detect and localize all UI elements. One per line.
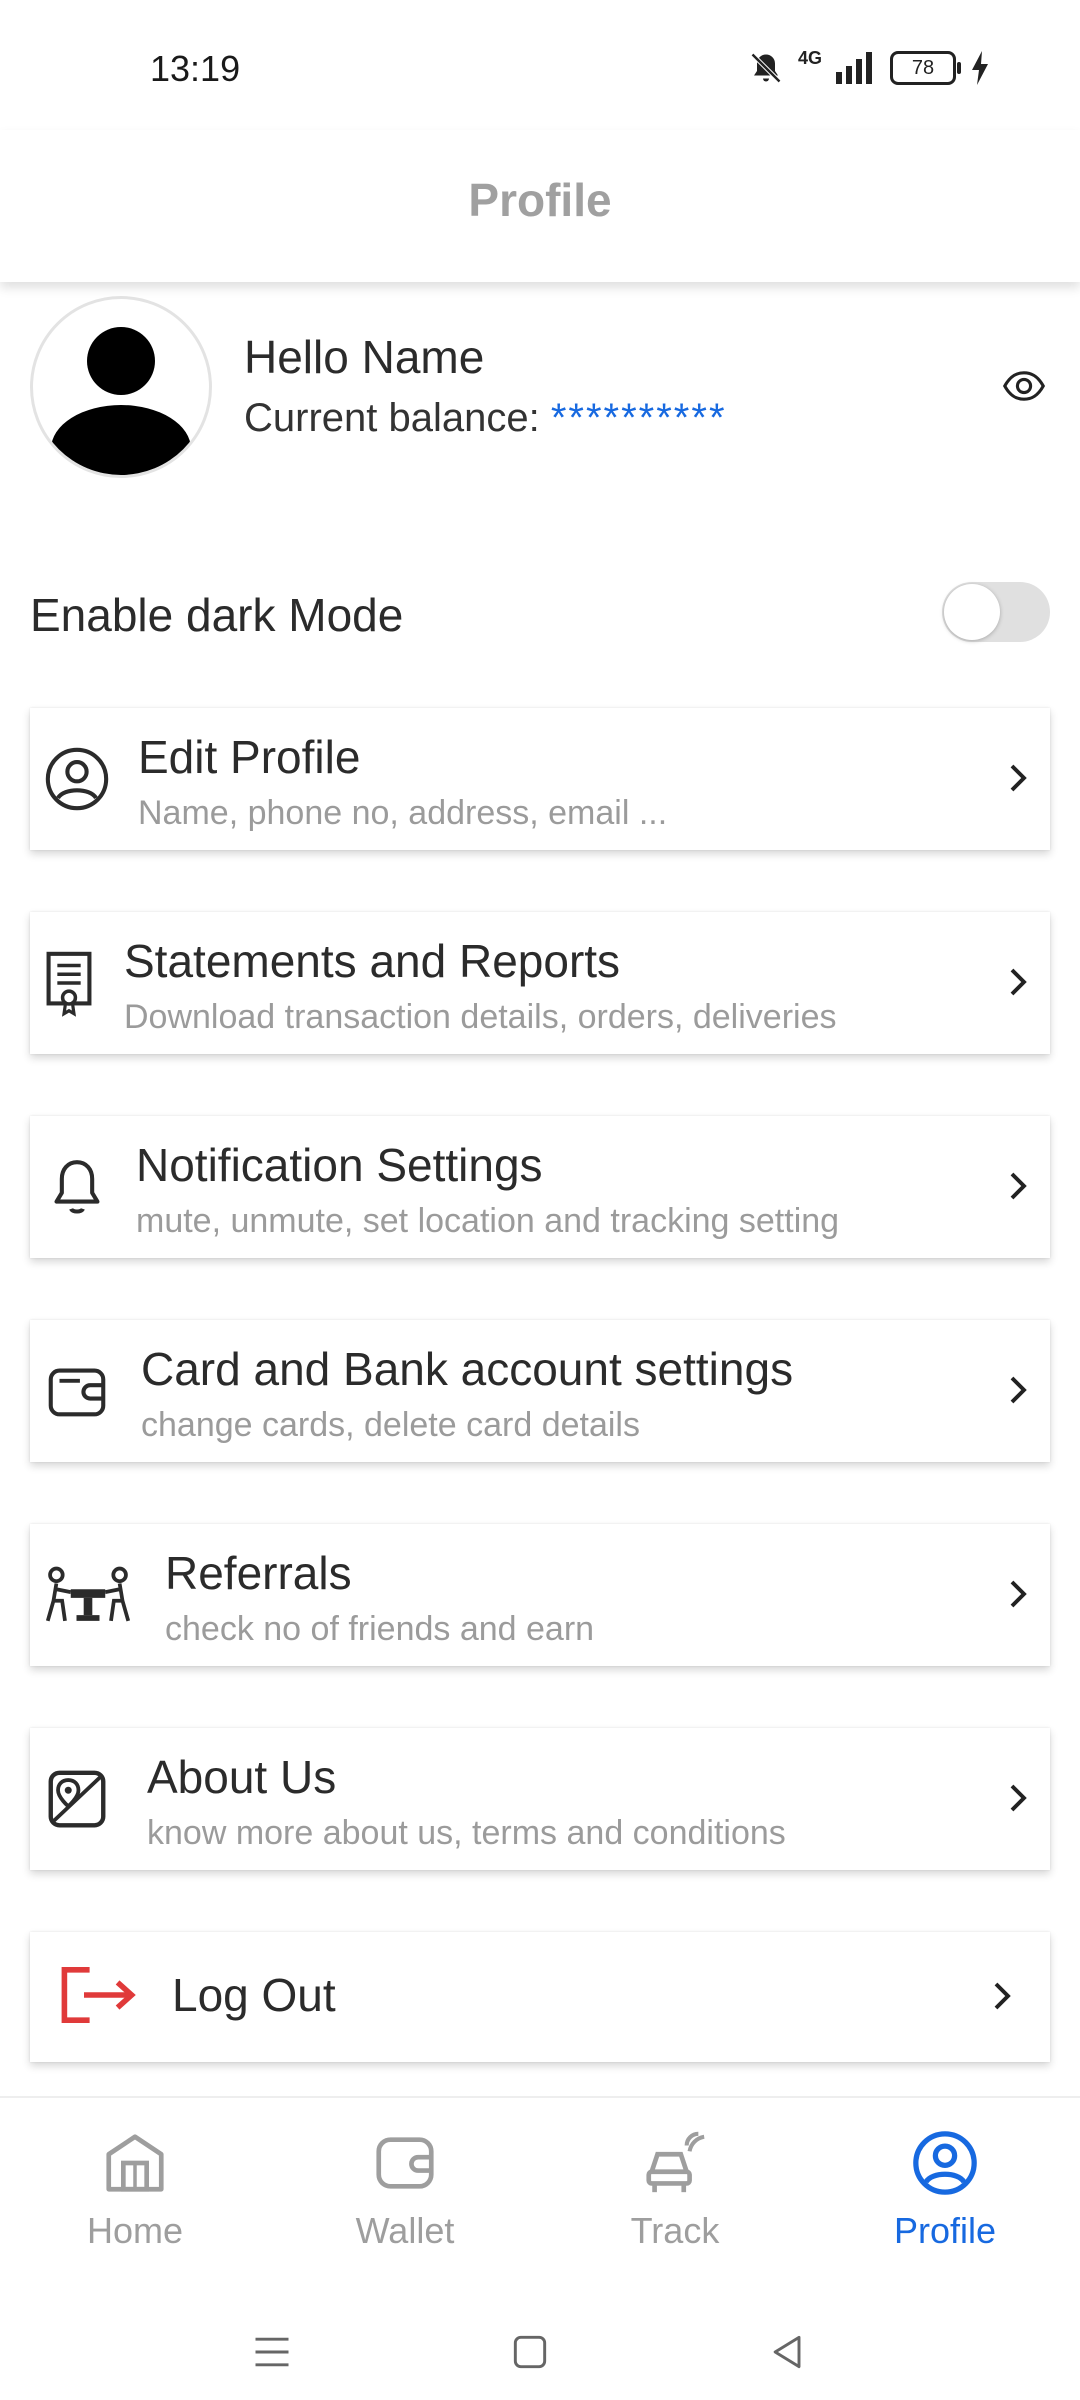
menu-title: Notification Settings xyxy=(136,1139,543,1191)
menu-about-us[interactable]: About Us know more about us, terms and c… xyxy=(30,1728,1050,1870)
dark-mode-label: Enable dark Mode xyxy=(30,589,404,641)
dark-mode-row: Enable dark Mode xyxy=(30,570,1050,660)
menu-referrals[interactable]: Referrals check no of friends and earn xyxy=(30,1524,1050,1666)
car-signal-icon xyxy=(646,2131,705,2193)
status-time: 13:19 xyxy=(150,48,241,89)
menu-edit-profile[interactable]: Edit Profile Name, phone no, address, em… xyxy=(30,708,1050,850)
avatar-person-icon xyxy=(51,327,191,475)
menu-card-bank-settings[interactable]: Card and Bank account settings change ca… xyxy=(30,1320,1050,1462)
certificate-document-icon xyxy=(46,951,92,1017)
chevron-right-icon xyxy=(1010,1376,1027,1404)
charging-icon xyxy=(972,51,988,85)
menu-title: Statements and Reports xyxy=(124,935,621,987)
nav-profile[interactable]: Profile xyxy=(845,2128,1045,2252)
nav-label: Track xyxy=(630,2210,720,2251)
back-icon[interactable] xyxy=(766,2330,810,2374)
balance-value: ********** xyxy=(550,396,727,440)
chevron-right-icon xyxy=(1010,1580,1027,1608)
nav-label: Home xyxy=(86,2210,184,2251)
menu-subtitle: change cards, delete card details xyxy=(141,1406,640,1444)
menu-subtitle: Download transaction details, orders, de… xyxy=(124,998,837,1036)
wallet-icon xyxy=(376,2137,434,2189)
status-bar: 13:19 4G 78 xyxy=(0,0,1080,130)
map-pin-icon xyxy=(48,1770,106,1828)
user-circle-icon xyxy=(45,747,109,811)
toggle-knob xyxy=(944,584,1000,640)
menu-subtitle: know more about us, terms and conditions xyxy=(147,1814,786,1852)
battery-icon: 78 xyxy=(890,51,961,85)
current-balance: Current balance: ********** xyxy=(244,396,727,441)
bottom-nav: Home Wallet Track Profile xyxy=(0,2096,1080,2288)
chevron-right-icon xyxy=(1010,1172,1027,1200)
people-table-icon xyxy=(45,1566,131,1622)
logout-label: Log Out xyxy=(172,1969,336,2021)
logout-icon xyxy=(61,1967,136,2023)
chevron-right-icon xyxy=(1010,1784,1027,1812)
nav-label: Wallet xyxy=(355,2210,455,2251)
menu-subtitle: Name, phone no, address, email ... xyxy=(138,794,668,832)
menu-title: Edit Profile xyxy=(138,731,361,783)
menu-title: About Us xyxy=(147,1751,337,1803)
home-square-icon[interactable] xyxy=(508,2330,552,2374)
nav-wallet[interactable]: Wallet xyxy=(305,2128,505,2252)
nav-home[interactable]: Home xyxy=(35,2128,235,2252)
nav-track[interactable]: Track xyxy=(575,2128,775,2252)
menu-subtitle: mute, unmute, set location and tracking … xyxy=(136,1202,840,1240)
menu-notification-settings[interactable]: Notification Settings mute, unmute, set … xyxy=(30,1116,1050,1258)
nav-label: Profile xyxy=(893,2210,997,2251)
user-circle-icon xyxy=(913,2131,977,2195)
chevron-right-icon xyxy=(1010,764,1027,792)
bell-muted-icon xyxy=(750,52,782,84)
bell-icon xyxy=(54,1160,100,1214)
menu-title: Referrals xyxy=(165,1547,352,1599)
avatar[interactable] xyxy=(30,296,212,478)
wallet-icon xyxy=(48,1368,106,1417)
profile-summary: Hello Name Current balance: ********** xyxy=(0,290,1080,490)
menu-title: Card and Bank account settings xyxy=(141,1343,794,1395)
greeting: Hello Name xyxy=(244,331,485,383)
menu-subtitle: check no of friends and earn xyxy=(165,1610,595,1648)
chevron-right-icon xyxy=(994,1982,1011,2010)
status-icons: 4G 78 xyxy=(748,47,990,86)
eye-icon[interactable] xyxy=(1002,364,1046,408)
network-4g-icon: 4G xyxy=(797,47,822,68)
page-title: Profile xyxy=(0,130,1080,282)
logout-button[interactable]: Log Out xyxy=(30,1932,1050,2062)
balance-label: Current balance: xyxy=(244,396,551,440)
menu-icon[interactable] xyxy=(250,2330,294,2374)
home-icon xyxy=(106,2134,164,2192)
system-nav-bar xyxy=(0,2290,1080,2400)
signal-icon xyxy=(836,52,872,84)
chevron-right-icon xyxy=(1010,968,1027,996)
dark-mode-toggle[interactable] xyxy=(942,582,1050,642)
menu-statements-reports[interactable]: Statements and Reports Download transact… xyxy=(30,912,1050,1054)
